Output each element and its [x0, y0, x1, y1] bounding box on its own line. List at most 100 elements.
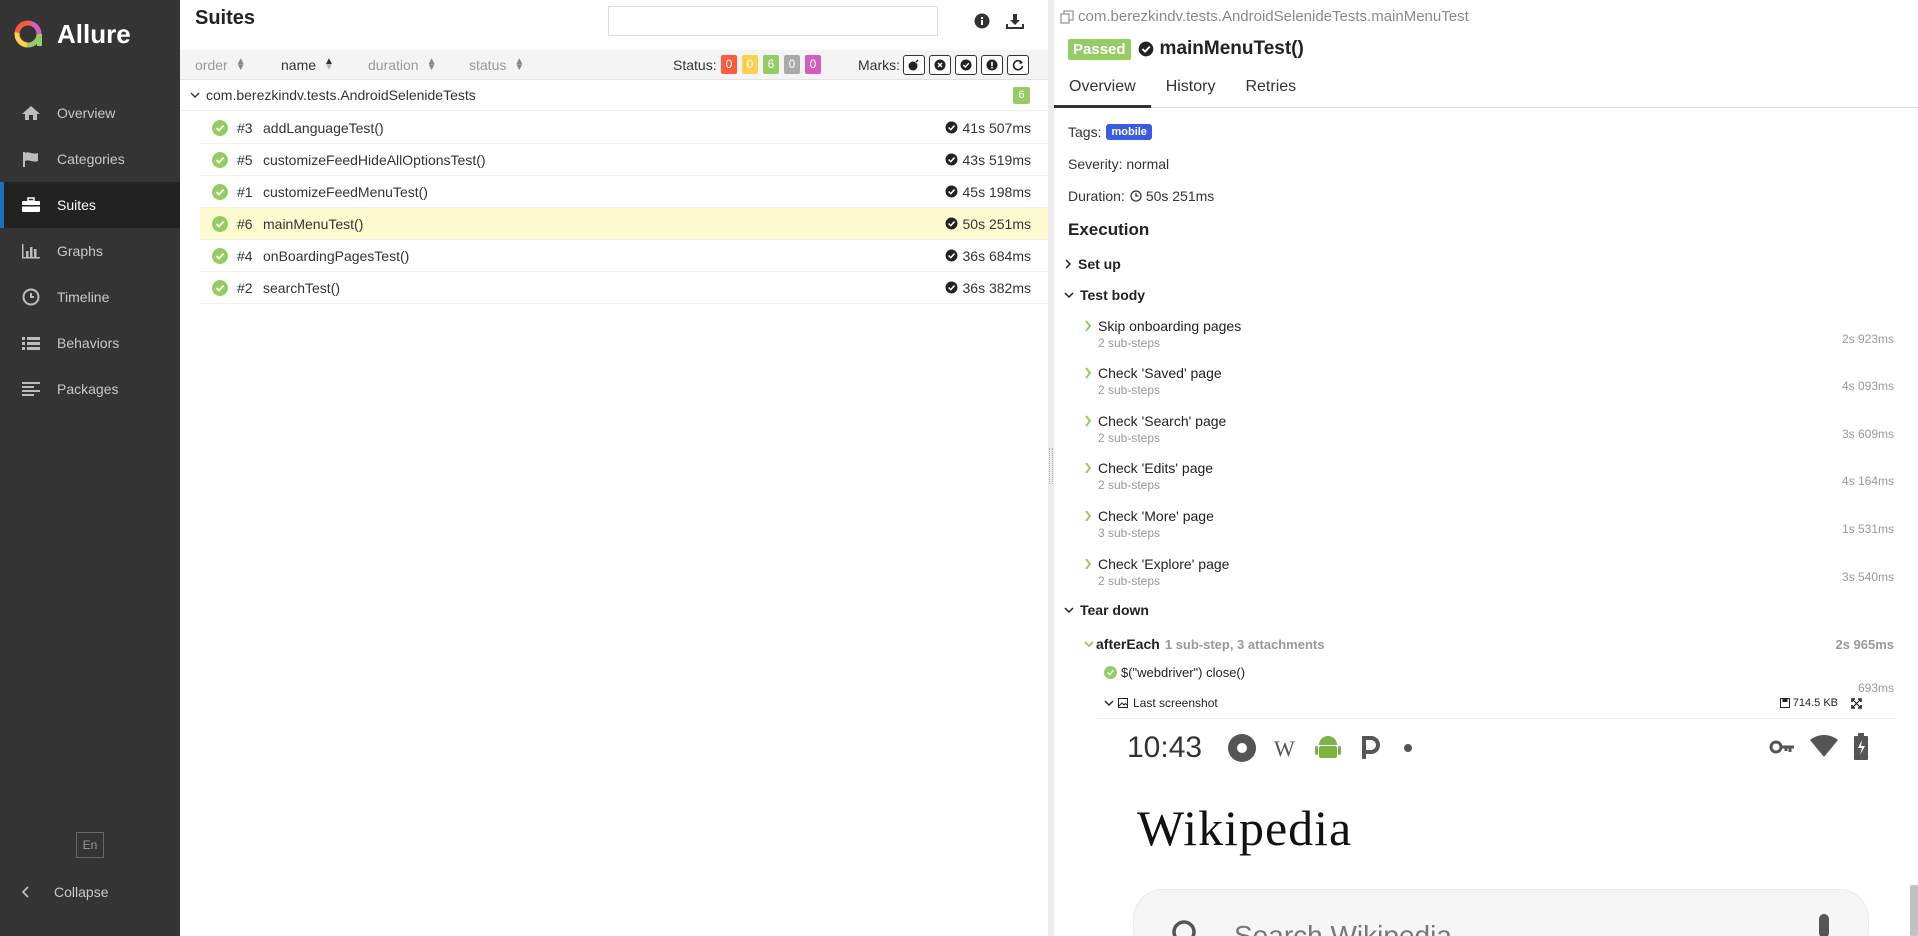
suite-group-count: 6 [1013, 87, 1030, 104]
test-number: #2 [237, 279, 253, 296]
suite-group[interactable]: com.berezkindv.tests.AndroidSelenideTest… [180, 80, 1048, 111]
sidebar-item-graphs[interactable]: Graphs [0, 228, 180, 274]
step-item[interactable]: Check 'Explore' page 2 sub-steps 3s 540m… [1084, 556, 1894, 600]
table-row[interactable]: #5 customizeFeedHideAllOptionsTest() 43s… [200, 144, 1048, 176]
info-button[interactable] [971, 10, 993, 32]
step-substeps: 2 sub-steps [1098, 431, 1161, 445]
times-circle-icon [934, 59, 946, 71]
sort-order[interactable]: order ▲ ▼ [195, 56, 246, 73]
teardown-label: Tear down [1080, 602, 1149, 618]
test-body-section[interactable]: Test body [1064, 287, 1145, 303]
test-name: customizeFeedMenuTest() [263, 183, 428, 200]
step-item[interactable]: Check 'More' page 3 sub-steps 1s 531ms [1084, 508, 1894, 552]
svg-text:W: W [1274, 736, 1295, 761]
download-button[interactable] [1004, 10, 1026, 32]
passed-icon [1104, 666, 1117, 679]
sidebar-item-timeline[interactable]: Timeline [0, 274, 180, 320]
step-name: Skip onboarding pages [1098, 318, 1242, 334]
status-failed-toggle[interactable]: 0 [721, 55, 737, 74]
mark-flaky-toggle[interactable] [903, 55, 925, 75]
sidebar-item-label: Timeline [57, 289, 110, 305]
mark-retries-toggle[interactable] [1007, 55, 1029, 75]
sort-status[interactable]: status ▲ ▼ [469, 56, 524, 73]
step-substeps: 3 sub-steps [1098, 526, 1161, 540]
mark-new-broken-toggle[interactable] [981, 55, 1003, 75]
expand-icon[interactable] [1851, 697, 1862, 709]
step-substeps: 2 sub-steps [1098, 383, 1161, 397]
collapse-button[interactable]: Collapse [22, 884, 108, 900]
sort-status-label: status [469, 56, 507, 73]
after-each-step[interactable]: afterEach 1 sub-step, 3 attachments 2s 9… [1084, 633, 1894, 655]
sidebar-item-behaviors[interactable]: Behaviors [0, 320, 180, 366]
splitter-grip [1049, 448, 1053, 484]
search-icon [1172, 920, 1196, 936]
attachment-row[interactable]: Last screenshot 714.5 KB [1104, 694, 1884, 712]
sidebar-item-packages[interactable]: Packages [0, 366, 180, 412]
breadcrumb[interactable]: com.berezkindv.tests.AndroidSelenideTest… [1060, 8, 1469, 25]
chrome-icon [1228, 734, 1256, 762]
tags-label: Tags: [1068, 124, 1102, 140]
table-row-selected[interactable]: #6 mainMenuTest() 50s 251ms [200, 208, 1048, 240]
tags-line: Tags: mobile [1068, 124, 1152, 140]
sort-duration-label: duration [368, 56, 419, 73]
table-row[interactable]: #4 onBoardingPagesTest() 36s 684ms [200, 240, 1048, 272]
tab-retries[interactable]: Retries [1230, 72, 1311, 108]
setup-section[interactable]: Set up [1064, 256, 1121, 272]
chevron-right-icon [1085, 415, 1092, 427]
scrollbar[interactable] [1910, 885, 1918, 936]
image-icon [1118, 698, 1128, 708]
step-duration: 4s 164ms [1841, 474, 1894, 488]
tab-overview[interactable]: Overview [1054, 72, 1151, 108]
sort-duration[interactable]: duration ▲ ▼ [368, 56, 437, 73]
briefcase-icon [19, 195, 43, 215]
step-duration: 1s 531ms [1841, 522, 1894, 536]
sidebar-item-suites[interactable]: Suites [0, 182, 180, 228]
status-broken-toggle[interactable]: 0 [742, 55, 758, 74]
teardown-section[interactable]: Tear down [1064, 602, 1149, 618]
language-switch[interactable]: En [76, 832, 104, 858]
tab-history[interactable]: History [1151, 72, 1231, 108]
step-duration: 3s 540ms [1841, 570, 1894, 584]
phone-status-bar: 10:43 W [1097, 719, 1897, 775]
table-row[interactable]: #3 addLanguageTest() 41s 507ms [200, 112, 1048, 144]
mark-new-passed-toggle[interactable] [955, 55, 977, 75]
attachment-size-group: 714.5 KB [1779, 697, 1838, 709]
step-substeps: 2 sub-steps [1098, 574, 1161, 588]
sidebar-item-categories[interactable]: Categories [0, 136, 180, 182]
passed-icon [212, 183, 228, 200]
passed-icon [212, 151, 228, 168]
mark-new-failed-toggle[interactable] [929, 55, 951, 75]
test-number: #3 [237, 119, 253, 136]
execution-title: Execution [1068, 220, 1150, 239]
step-item[interactable]: Check 'Search' page 2 sub-steps 3s 609ms [1084, 413, 1894, 457]
passed-icon [212, 247, 228, 264]
table-row[interactable]: #2 searchTest() 36s 382ms [200, 272, 1048, 304]
status-unknown-toggle[interactable]: 0 [805, 55, 821, 74]
test-name: mainMenuTest() [263, 215, 364, 232]
step-item[interactable]: Check 'Saved' page 2 sub-steps 4s 093ms [1084, 365, 1894, 409]
clock-icon [19, 287, 43, 307]
sidebar: Allure Overview Categories Suites Graphs… [0, 0, 180, 936]
sort-name[interactable]: name ▲ ▼ [281, 56, 334, 73]
test-title-row: Passed mainMenuTest() [1068, 38, 1304, 60]
sidebar-item-overview[interactable]: Overview [0, 90, 180, 136]
chevron-down-icon [1104, 700, 1114, 706]
suite-group-name: com.berezkindv.tests.AndroidSelenideTest… [206, 87, 476, 103]
home-icon [19, 103, 43, 123]
check-circle-icon [960, 59, 972, 71]
sub-step[interactable]: $("webdriver") close() [1104, 665, 1245, 680]
search-input[interactable] [608, 6, 938, 36]
status-passed-toggle[interactable]: 6 [763, 55, 779, 74]
step-item[interactable]: Check 'Edits' page 2 sub-steps 4s 164ms [1084, 460, 1894, 504]
step-name: Check 'More' page [1098, 508, 1214, 524]
suites-pane: Suites order ▲ ▼ name ▲ ▼ duration ▲ ▼ stat… [180, 0, 1048, 936]
step-duration: 3s 609ms [1841, 427, 1894, 441]
status-skipped-toggle[interactable]: 0 [784, 55, 800, 74]
battery-icon [1854, 733, 1868, 760]
table-row[interactable]: #1 customizeFeedMenuTest() 45s 198ms [200, 176, 1048, 208]
sidebar-item-label: Packages [57, 381, 119, 397]
allure-logo[interactable]: Allure [0, 0, 180, 68]
wifi-icon [1810, 735, 1838, 757]
step-item[interactable]: Skip onboarding pages 2 sub-steps 2s 923… [1084, 318, 1894, 362]
sidebar-item-label: Behaviors [57, 335, 120, 351]
